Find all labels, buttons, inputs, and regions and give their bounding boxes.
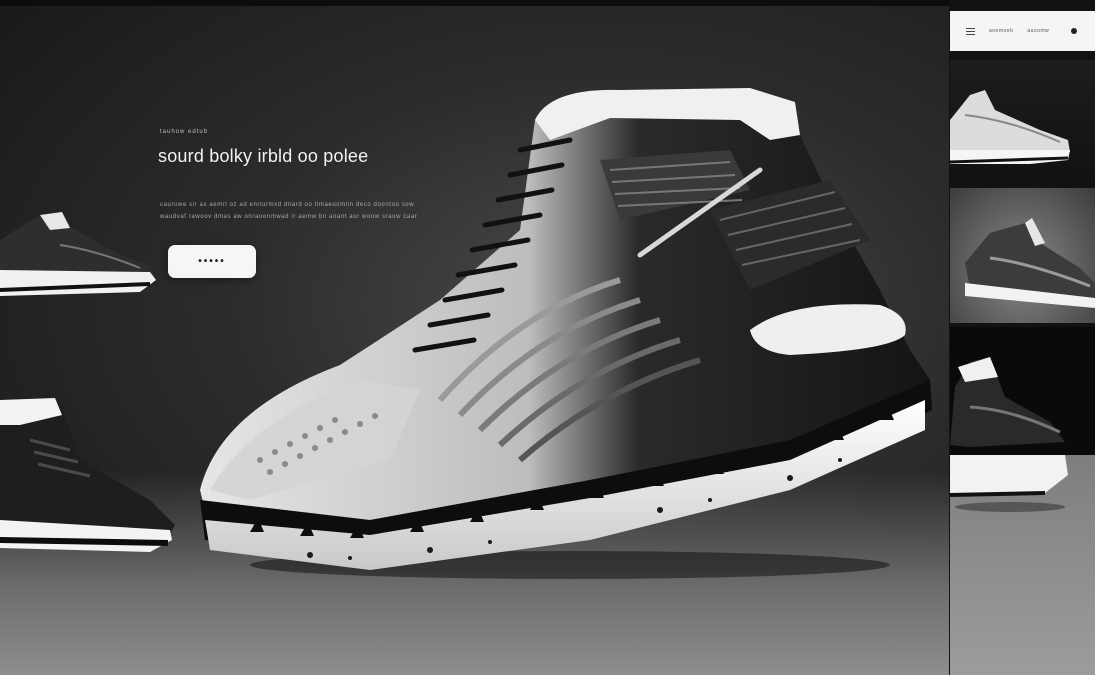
left-sneaker-top — [0, 212, 156, 296]
black-sneaker-thumb[interactable] — [950, 327, 1095, 455]
white-sneaker-image — [950, 90, 1070, 164]
cta-button[interactable]: ••••• — [168, 245, 256, 278]
hero-body-line-1: cauruwe sir ax aemrl oz ad enriurmxd dna… — [160, 202, 415, 208]
nav-link-1[interactable]: aoemoeb — [989, 28, 1013, 34]
black-sneaker-sole — [949, 455, 1068, 512]
top-strip — [0, 0, 1095, 6]
black-sneaker-thumb-floor — [949, 455, 1095, 675]
white-sneaker-thumb[interactable] — [950, 60, 1095, 185]
grey-sneaker-thumb[interactable] — [950, 188, 1095, 323]
hero-body-line-2: waudvaf rawoov dmas aw onraoonmwad ir ae… — [160, 214, 418, 220]
black-sneaker-image — [950, 357, 1065, 447]
left-sneaker-bottom — [0, 398, 175, 552]
navbar: aoemoeb auoomw — [950, 11, 1095, 51]
dot-icon[interactable] — [1071, 28, 1077, 34]
hamburger-menu-icon[interactable] — [966, 27, 975, 35]
hero-headline: sourd bolky irbld oo polee — [158, 146, 369, 166]
hero-eyebrow: tauhow edtub — [160, 129, 209, 135]
grey-sneaker-image — [965, 218, 1095, 308]
nav-link-2[interactable]: auoomw — [1027, 28, 1049, 34]
